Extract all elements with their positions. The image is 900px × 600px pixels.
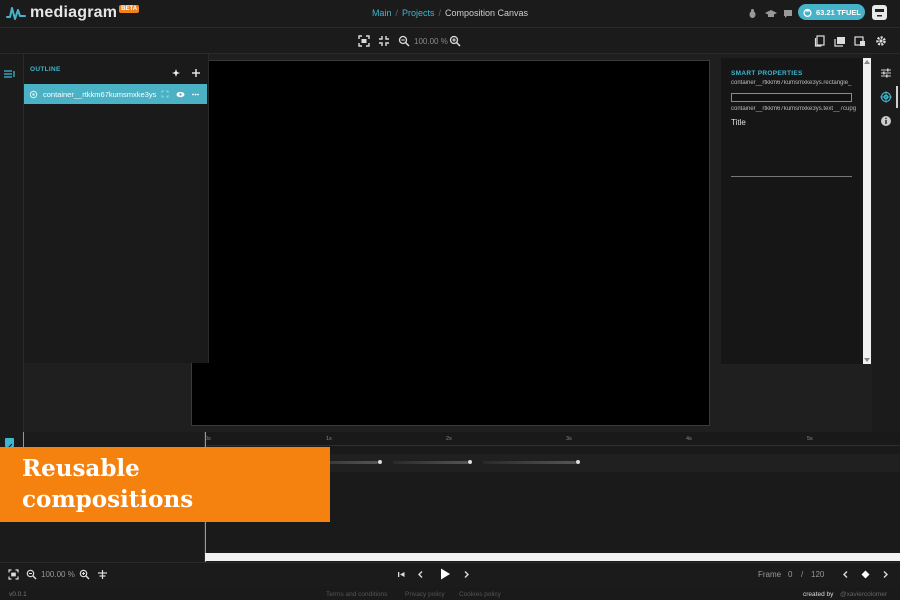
fullscreen-exit-icon[interactable] <box>378 35 390 47</box>
created-by-label: created by <box>803 591 834 598</box>
right-rail <box>872 54 900 432</box>
footer <box>0 587 900 600</box>
more-options-icon[interactable] <box>192 93 200 96</box>
timeline-zoom-in-icon[interactable] <box>79 569 90 580</box>
frame-current[interactable]: 0 <box>788 570 792 579</box>
keyframe-dot[interactable] <box>576 460 580 464</box>
active-tab-indicator <box>896 86 898 108</box>
beta-badge: BETA <box>119 5 140 13</box>
cookies-link[interactable]: Cookies policy <box>459 591 501 598</box>
breadcrumb: Main / Projects / Composition Canvas <box>360 8 540 18</box>
keyframe-dot[interactable] <box>468 460 472 464</box>
smart-property-underline <box>731 176 852 177</box>
copy-icon[interactable] <box>814 35 826 47</box>
skip-to-start-icon[interactable] <box>396 569 407 580</box>
tune-sliders-icon[interactable] <box>880 67 892 79</box>
logo[interactable]: mediagram BETA <box>6 4 140 22</box>
breadcrumb-projects[interactable]: Projects <box>402 8 435 18</box>
export-icon[interactable] <box>854 35 866 47</box>
left-rail <box>0 54 24 432</box>
frame-separator: / <box>801 570 804 579</box>
settings-gear-icon[interactable] <box>875 35 887 47</box>
smart-property-text: container__rtkkm67kumsmxke3ys.text__7cup… <box>731 106 857 112</box>
timeline-ruler[interactable] <box>205 432 900 446</box>
tick-label: 2s <box>446 436 452 442</box>
terms-link[interactable]: Terms and conditions <box>326 591 387 598</box>
smart-property-rectangle: container__rtkkm67kumsmxke3ys.rectangle_ <box>731 80 852 86</box>
composition-canvas[interactable] <box>191 60 710 426</box>
graduation-cap-icon[interactable] <box>765 8 777 19</box>
smart-properties-title: SMART PROPERTIES <box>731 70 803 77</box>
outline-title: OUTLINE <box>30 66 61 73</box>
zoom-out-icon[interactable] <box>398 35 410 47</box>
outline-item-label: container__rtkkm67kumsmxke3ys <box>43 89 157 99</box>
outline-list-icon[interactable] <box>4 66 16 78</box>
next-keyframe-icon[interactable] <box>880 569 891 580</box>
add-icon[interactable] <box>191 65 201 77</box>
bug-icon[interactable] <box>747 8 758 19</box>
fuel-balance-label: 63.21 TFUEL <box>816 7 862 17</box>
fuel-balance-button[interactable]: 63.21 TFUEL <box>798 4 865 20</box>
avatar[interactable] <box>872 5 887 20</box>
magic-add-icon[interactable] <box>172 65 182 77</box>
timeline-zoom-level: 100.00 % <box>41 570 75 579</box>
tick-label: 4s <box>686 436 692 442</box>
photo-library-icon[interactable] <box>834 35 846 47</box>
breadcrumb-separator: / <box>438 8 441 18</box>
version-label: v0.0.1 <box>9 591 27 598</box>
fuel-drop-icon <box>803 8 812 17</box>
privacy-link[interactable]: Privacy policy <box>405 591 445 598</box>
frame-total: 120 <box>811 570 825 579</box>
edit-layer-icon[interactable] <box>5 438 14 450</box>
previous-frame-icon[interactable] <box>415 569 426 580</box>
visibility-eye-icon[interactable] <box>176 91 185 98</box>
timeline-scrollbar[interactable] <box>205 553 900 561</box>
track-segment[interactable] <box>393 461 468 464</box>
timeline-zoom-out-icon[interactable] <box>26 569 37 580</box>
breadcrumb-main[interactable]: Main <box>372 8 392 18</box>
fit-layer-icon[interactable] <box>161 90 169 98</box>
smart-property-input[interactable] <box>731 93 852 102</box>
outline-item[interactable]: container__rtkkm67kumsmxke3ys <box>24 84 207 104</box>
tick-label: 1s <box>326 436 332 442</box>
play-icon[interactable] <box>438 567 452 581</box>
promo-text: Reusable compositions <box>22 453 193 515</box>
smart-properties-panel <box>721 58 871 364</box>
promo-line-2: compositions <box>22 486 194 513</box>
promo-line-1: Reusable <box>22 455 140 482</box>
logo-text: mediagram <box>30 4 118 21</box>
fit-screen-icon[interactable] <box>358 35 370 47</box>
waveform-logo-icon <box>6 7 26 20</box>
snap-icon[interactable] <box>97 569 108 580</box>
track-segment[interactable] <box>483 461 576 464</box>
info-icon[interactable] <box>880 115 892 127</box>
breadcrumb-current: Composition Canvas <box>445 8 529 18</box>
breadcrumb-separator: / <box>395 8 398 18</box>
smart-properties-icon[interactable] <box>880 91 892 103</box>
author-link[interactable]: @xaviercolomer <box>840 591 887 598</box>
app-window: mediagram BETA Main / Projects / Composition… <box>0 0 900 600</box>
add-keyframe-icon[interactable] <box>860 569 871 580</box>
previous-keyframe-icon[interactable] <box>840 569 851 580</box>
canvas-zoom-level: 100.00 % <box>414 37 448 46</box>
keyframe-dot[interactable] <box>378 460 382 464</box>
frame-label: Frame <box>758 570 782 579</box>
fit-timeline-icon[interactable] <box>8 569 19 580</box>
tick-label: 5s <box>807 436 813 442</box>
zoom-in-icon[interactable] <box>449 35 461 47</box>
layer-settings-icon[interactable] <box>29 90 38 99</box>
properties-scrollbar[interactable] <box>863 58 871 364</box>
smart-property-title-value[interactable]: Title <box>731 118 746 127</box>
tick-label: 3s <box>566 436 572 442</box>
layer-accent-line <box>23 432 24 448</box>
next-frame-icon[interactable] <box>461 569 472 580</box>
chat-icon[interactable] <box>783 8 794 19</box>
